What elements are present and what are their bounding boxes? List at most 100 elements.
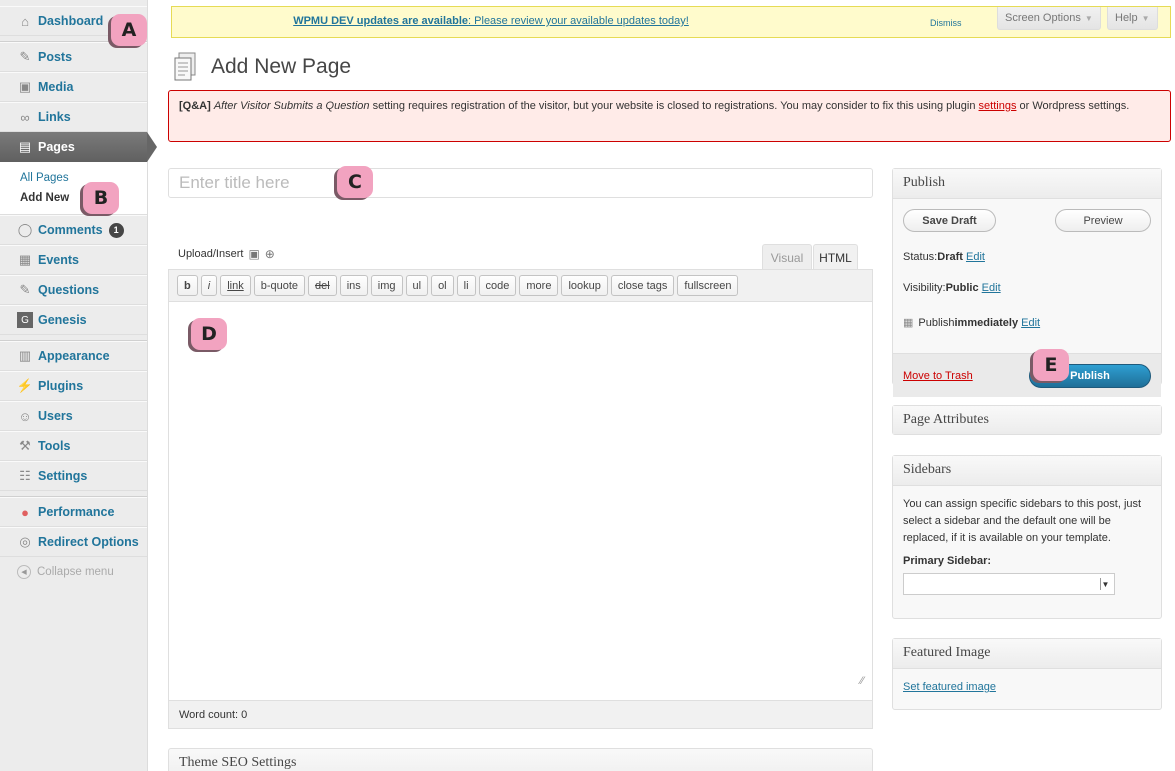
sidebar-item-performance[interactable]: ● Performance bbox=[0, 497, 147, 527]
blockquote-button[interactable]: b-quote bbox=[253, 275, 306, 296]
sidebars-box: Sidebars You can assign specific sidebar… bbox=[892, 455, 1162, 619]
help-button[interactable]: Help ▼ bbox=[1107, 7, 1158, 30]
chevron-down-icon: ▼ bbox=[1141, 13, 1150, 23]
visibility-row: Visibility: Public Edit bbox=[903, 282, 1001, 294]
word-count: Word count: 0 bbox=[169, 700, 872, 728]
sidebar-item-plugins[interactable]: ⚡ Plugins bbox=[0, 371, 147, 401]
pushpin-icon: ✎ bbox=[19, 282, 31, 297]
sidebar-item-media[interactable]: ▣ Media bbox=[0, 72, 147, 102]
sidebar-item-questions[interactable]: ✎ Questions bbox=[0, 275, 147, 305]
sidebar-item-links[interactable]: ∞ Links bbox=[0, 102, 147, 132]
tools-icon: ⚒ bbox=[19, 438, 31, 453]
appearance-icon: ▥ bbox=[18, 348, 32, 363]
link-icon: ∞ bbox=[20, 109, 30, 125]
submenu-all-pages[interactable]: All Pages bbox=[20, 168, 147, 188]
link-button[interactable]: link bbox=[220, 275, 251, 296]
redirect-icon: ◎ bbox=[19, 534, 31, 549]
set-featured-image-link[interactable]: Set featured image bbox=[903, 681, 996, 693]
page-attributes-box[interactable]: Page Attributes bbox=[892, 405, 1162, 435]
sidebar-item-settings[interactable]: ☷ Settings bbox=[0, 461, 147, 491]
more-button[interactable]: more bbox=[519, 275, 559, 296]
title-input[interactable] bbox=[168, 168, 873, 198]
page-title: Add New Page bbox=[211, 55, 352, 78]
update-notice: WPMU DEV updates are available: Please r… bbox=[171, 6, 1171, 38]
sidebar-item-events[interactable]: ▦ Events bbox=[0, 245, 147, 275]
calendar-icon: ▦ bbox=[903, 317, 914, 329]
move-to-trash-link[interactable]: Move to Trash bbox=[903, 370, 973, 382]
theme-seo-settings-box[interactable]: Theme SEO Settings bbox=[168, 748, 873, 771]
chevron-down-icon: ▼ bbox=[1100, 578, 1110, 590]
ol-button[interactable]: ol bbox=[431, 275, 454, 296]
chevron-down-icon: ▼ bbox=[1084, 13, 1093, 23]
pages-submenu: All Pages Add New bbox=[0, 162, 147, 215]
plugin-settings-link[interactable]: settings bbox=[979, 100, 1017, 112]
sidebar-item-pages[interactable]: ▤ Pages bbox=[0, 132, 157, 162]
bold-button[interactable]: b bbox=[177, 275, 198, 296]
collapse-menu[interactable]: ◀ Collapse menu bbox=[0, 557, 147, 587]
sidebar-item-comments[interactable]: ◯ Comments 1 bbox=[0, 215, 147, 245]
li-button[interactable]: li bbox=[456, 275, 476, 296]
callout-a: A bbox=[111, 14, 147, 46]
lookup-button[interactable]: lookup bbox=[561, 275, 608, 296]
users-icon: ☺ bbox=[18, 408, 32, 424]
resize-handle-icon[interactable]: ⁄⁄ bbox=[860, 675, 864, 687]
sidebar-item-appearance[interactable]: ▥ Appearance bbox=[0, 341, 147, 371]
page-header: Add New Page bbox=[173, 52, 351, 82]
pushpin-icon: ✎ bbox=[19, 49, 31, 64]
performance-icon: ● bbox=[21, 504, 29, 520]
featured-image-title[interactable]: Featured Image bbox=[893, 639, 1161, 669]
publish-time-row: ▦ Publish immediately Edit bbox=[903, 316, 1041, 330]
admin-sidebar: ⌂ Dashboard ✎ Posts ▣ Media ∞ Links ▤ Pages A… bbox=[0, 0, 157, 771]
tab-html[interactable]: HTML bbox=[813, 244, 858, 270]
collapse-arrow-icon: ◀ bbox=[17, 565, 31, 579]
add-media-icon[interactable]: ▣ bbox=[248, 247, 259, 261]
comments-count-badge: 1 bbox=[108, 222, 124, 238]
preview-button[interactable]: Preview bbox=[1055, 209, 1151, 232]
home-icon: ⌂ bbox=[21, 13, 29, 29]
comment-icon: ◯ bbox=[17, 222, 33, 237]
genesis-icon: G bbox=[17, 312, 33, 328]
sidebar-item-tools[interactable]: ⚒ Tools bbox=[0, 431, 147, 461]
callout-d: D bbox=[191, 318, 227, 350]
error-message: [Q&A] After Visitor Submits a Question s… bbox=[168, 90, 1171, 142]
italic-button[interactable]: i bbox=[200, 275, 218, 296]
edit-status-link[interactable]: Edit bbox=[966, 251, 985, 263]
code-button[interactable]: code bbox=[478, 275, 517, 296]
calendar-icon: ▦ bbox=[18, 252, 32, 267]
del-button[interactable]: del bbox=[308, 275, 337, 296]
ins-button[interactable]: ins bbox=[339, 275, 368, 296]
sidebar-item-users[interactable]: ☺ Users bbox=[0, 401, 147, 431]
page-attributes-title[interactable]: Page Attributes bbox=[893, 406, 1161, 434]
edit-publish-time-link[interactable]: Edit bbox=[1021, 317, 1040, 329]
content-textarea[interactable] bbox=[169, 302, 872, 700]
save-draft-button[interactable]: Save Draft bbox=[903, 209, 996, 232]
sidebar-item-redirect-options[interactable]: ◎ Redirect Options bbox=[0, 527, 147, 557]
img-button[interactable]: img bbox=[370, 275, 403, 296]
page-icon bbox=[173, 52, 197, 82]
sidebar-item-genesis[interactable]: G Genesis bbox=[0, 305, 147, 335]
sidebars-box-title[interactable]: Sidebars bbox=[893, 456, 1161, 486]
tab-visual[interactable]: Visual bbox=[762, 244, 812, 270]
globe-icon[interactable]: ⊕ bbox=[265, 247, 275, 261]
settings-icon: ☷ bbox=[19, 468, 31, 483]
media-icon: ▣ bbox=[18, 79, 32, 94]
callout-b: B bbox=[83, 182, 119, 214]
callout-c: C bbox=[337, 166, 373, 198]
pages-icon: ▤ bbox=[18, 139, 32, 154]
fullscreen-button[interactable]: fullscreen bbox=[677, 275, 739, 296]
ul-button[interactable]: ul bbox=[405, 275, 429, 296]
status-row: Status: Draft Edit bbox=[903, 251, 985, 263]
edit-visibility-link[interactable]: Edit bbox=[982, 282, 1001, 294]
upload-insert: Upload/Insert ▣ ⊕ bbox=[178, 247, 275, 261]
primary-sidebar-label: Primary Sidebar: bbox=[903, 555, 992, 567]
plugin-icon: ⚡ bbox=[16, 378, 34, 393]
sidebar-item-posts[interactable]: ✎ Posts bbox=[0, 42, 147, 72]
publish-box-title[interactable]: Publish bbox=[893, 169, 1161, 199]
primary-sidebar-select[interactable]: ▼ bbox=[903, 573, 1115, 595]
publish-box: Publish Save Draft Preview Status: Draft… bbox=[892, 168, 1162, 397]
content-editor: b i link b-quote del ins img ul ol li co… bbox=[168, 269, 873, 729]
publish-actions: Move to Trash Publish bbox=[893, 353, 1161, 397]
close-tags-button[interactable]: close tags bbox=[610, 275, 675, 296]
dismiss-link[interactable]: Dismiss bbox=[930, 18, 962, 28]
screen-options-button[interactable]: Screen Options ▼ bbox=[997, 7, 1101, 30]
